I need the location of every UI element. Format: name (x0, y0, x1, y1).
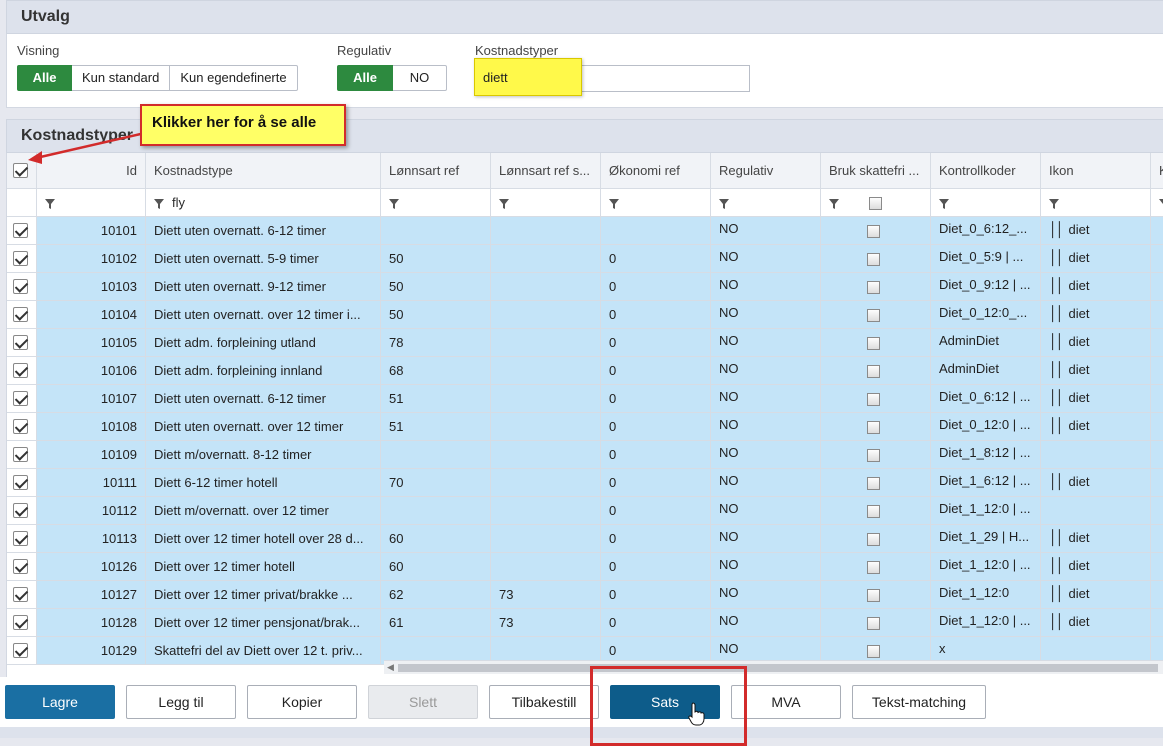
annotation-callout: Klikker her for å se alle (140, 104, 346, 146)
hand-cursor-icon (688, 702, 705, 726)
sats-highlight-box (590, 666, 747, 746)
